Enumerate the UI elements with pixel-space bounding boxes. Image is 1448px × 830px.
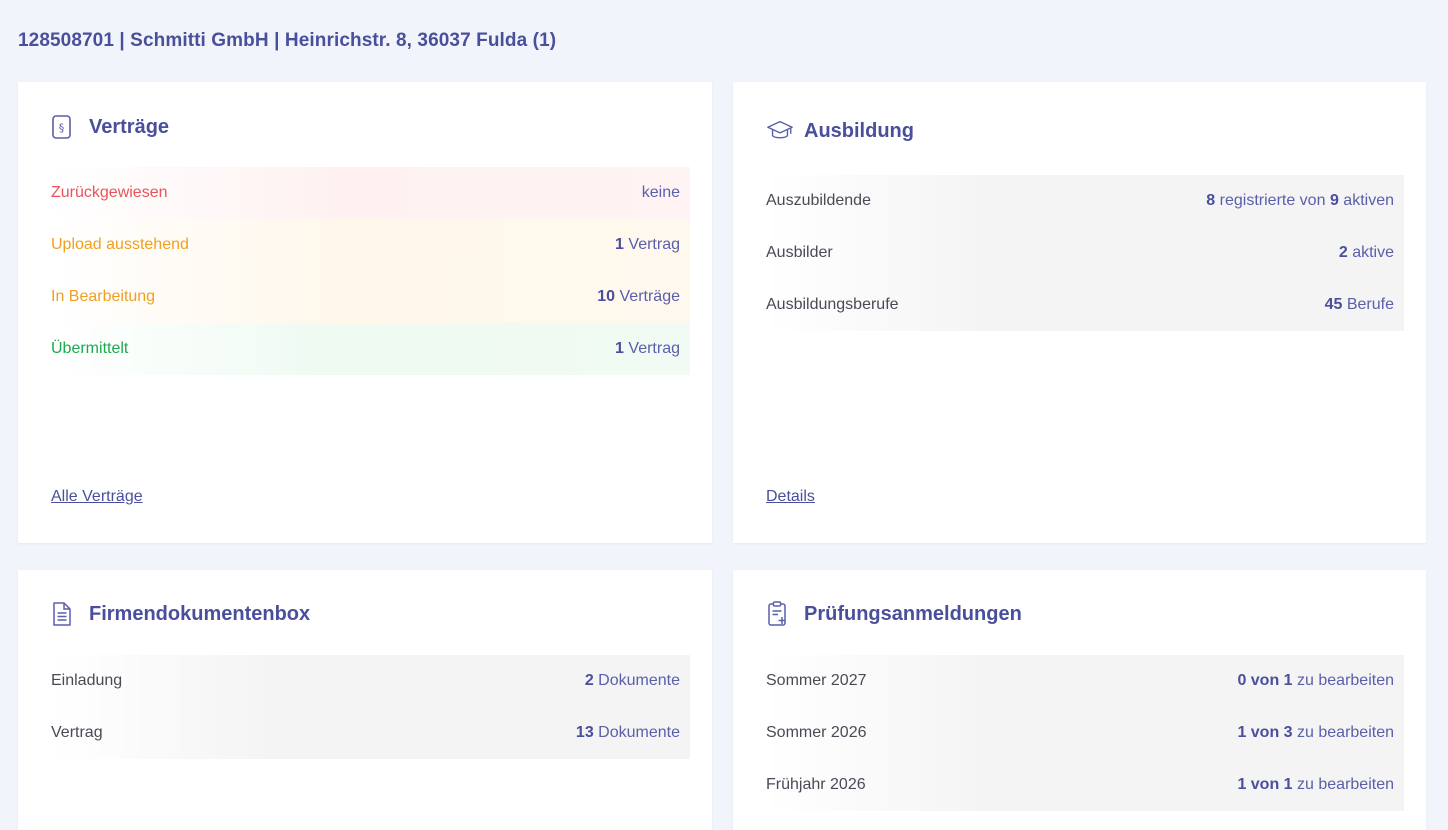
vertraege-row-uebermittelt[interactable]: Übermittelt 1 Vertrag <box>51 323 690 375</box>
vertraege-row-zurueckgewiesen[interactable]: Zurückgewiesen keine <box>51 167 690 219</box>
vertraege-card: § Verträge Zurückgewiesen keine Upload a… <box>18 82 712 543</box>
firmendokumentenbox-title: Firmendokumentenbox <box>89 602 311 625</box>
ausbildung-card: Ausbildung Auszubildende 8 registrierte … <box>733 82 1426 543</box>
row-value: 45 Berufe <box>1324 296 1394 313</box>
contract-paragraph-icon: § <box>51 113 79 141</box>
row-value: 1 von 1 zu bearbeiten <box>1237 776 1394 793</box>
row-value: 8 registrierte von 9 aktiven <box>1206 192 1394 209</box>
row-value: 2 aktive <box>1338 244 1394 261</box>
pruefung-row-sommer-2026[interactable]: Sommer 2026 1 von 3 zu bearbeiten <box>766 707 1404 759</box>
row-value: 0 von 1 zu bearbeiten <box>1237 672 1394 689</box>
row-value: 2 Dokumente <box>584 672 680 689</box>
row-label: Übermittelt <box>51 340 129 357</box>
ausbildung-row-ausbildungsberufe[interactable]: Ausbildungsberufe 45 Berufe <box>766 279 1404 331</box>
vertraege-row-upload-ausstehend[interactable]: Upload ausstehend 1 Vertrag <box>51 219 690 271</box>
pruefungsanmeldungen-header: Prüfungsanmeldungen <box>766 600 1022 628</box>
row-value: 10 Verträge <box>597 288 680 305</box>
ausbildung-row-ausbilder[interactable]: Ausbilder 2 aktive <box>766 227 1404 279</box>
pruefungsanmeldungen-title: Prüfungsanmeldungen <box>804 602 1022 625</box>
row-label: Upload ausstehend <box>51 236 189 253</box>
page-title: 128508701 | Schmitti GmbH | Heinrichstr.… <box>18 30 557 51</box>
row-label: In Bearbeitung <box>51 288 156 305</box>
dokumente-row-einladung[interactable]: Einladung 2 Dokumente <box>51 655 690 707</box>
svg-text:§: § <box>59 122 65 135</box>
firmendokumentenbox-card: Firmendokumentenbox Einladung 2 Dokument… <box>18 570 712 830</box>
row-label: Auszubildende <box>766 192 871 209</box>
row-label: Ausbildungsberufe <box>766 296 899 313</box>
ausbildung-title: Ausbildung <box>804 119 914 142</box>
row-value: 13 Dokumente <box>575 724 680 741</box>
ausbildung-row-auszubildende[interactable]: Auszubildende 8 registrierte von 9 aktiv… <box>766 175 1404 227</box>
row-label: Sommer 2026 <box>766 724 867 741</box>
row-label: Zurückgewiesen <box>51 184 168 201</box>
pruefung-row-fruehjahr-2026[interactable]: Frühjahr 2026 1 von 1 zu bearbeiten <box>766 759 1404 811</box>
vertraege-header: § Verträge <box>51 113 169 141</box>
firmendokumentenbox-header: Firmendokumentenbox <box>51 600 310 628</box>
pruefungsanmeldungen-card: Prüfungsanmeldungen Sommer 2027 0 von 1 … <box>733 570 1426 830</box>
row-label: Frühjahr 2026 <box>766 776 866 793</box>
row-label: Einladung <box>51 672 123 689</box>
row-value: 1 von 3 zu bearbeiten <box>1237 724 1394 741</box>
row-label: Sommer 2027 <box>766 672 867 689</box>
row-value: keine <box>641 184 680 201</box>
row-label: Ausbilder <box>766 244 833 261</box>
ausbildung-header: Ausbildung <box>766 117 914 145</box>
graduation-cap-icon <box>766 117 794 145</box>
vertraege-title: Verträge <box>89 115 170 138</box>
alle-vertraege-link[interactable]: Alle Verträge <box>51 488 143 506</box>
clipboard-add-icon <box>766 600 794 628</box>
row-value: 1 Vertrag <box>615 340 680 357</box>
row-value: 1 Vertrag <box>615 236 680 253</box>
document-icon <box>51 600 79 628</box>
dokumente-row-vertrag[interactable]: Vertrag 13 Dokumente <box>51 707 690 759</box>
ausbildung-details-link[interactable]: Details <box>766 488 815 506</box>
pruefung-row-sommer-2027[interactable]: Sommer 2027 0 von 1 zu bearbeiten <box>766 655 1404 707</box>
vertraege-row-in-bearbeitung[interactable]: In Bearbeitung 10 Verträge <box>51 271 690 323</box>
row-label: Vertrag <box>51 724 103 741</box>
